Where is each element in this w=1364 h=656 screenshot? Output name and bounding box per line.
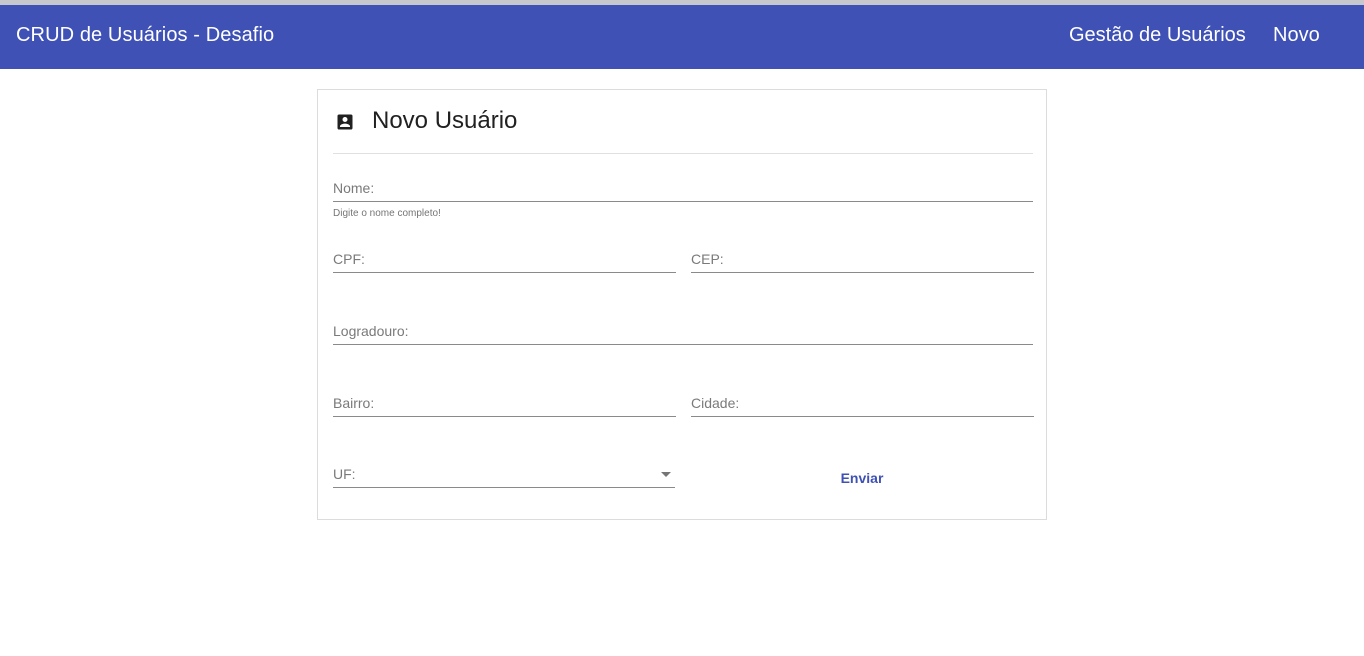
form-title: Novo Usuário	[372, 107, 518, 134]
dropdown-arrow-icon[interactable]	[661, 472, 671, 477]
cep-label: CEP:	[691, 251, 724, 267]
cidade-field[interactable]: Cidade:	[691, 387, 1034, 417]
nome-label: Nome:	[333, 180, 375, 196]
cidade-label: Cidade:	[691, 395, 740, 411]
header-divider	[333, 153, 1033, 154]
nome-hint: Digite o nome completo!	[333, 208, 441, 219]
logradouro-field[interactable]: Logradouro:	[333, 315, 1033, 345]
submit-button[interactable]: Enviar	[818, 462, 906, 494]
uf-label: UF:	[333, 466, 356, 482]
cpf-label: CPF:	[333, 251, 365, 267]
cep-field[interactable]: CEP:	[691, 243, 1034, 273]
new-user-form-card: Novo Usuário Nome: Digite o nome complet…	[317, 89, 1047, 520]
app-title: CRUD de Usuários - Desafio	[16, 24, 275, 46]
logradouro-label: Logradouro:	[333, 323, 409, 339]
cpf-field[interactable]: CPF:	[333, 243, 676, 273]
uf-select[interactable]: UF:	[333, 458, 675, 488]
nav-link-novo[interactable]: Novo	[1273, 24, 1320, 47]
bairro-label: Bairro:	[333, 395, 375, 411]
account-box-icon	[337, 114, 353, 130]
app-toolbar: CRUD de Usuários - Desafio Gestão de Usu…	[0, 5, 1364, 69]
bairro-field[interactable]: Bairro:	[333, 387, 676, 417]
nav-link-gestao-usuarios[interactable]: Gestão de Usuários	[1069, 24, 1246, 47]
nome-field[interactable]: Nome:	[333, 172, 1033, 202]
